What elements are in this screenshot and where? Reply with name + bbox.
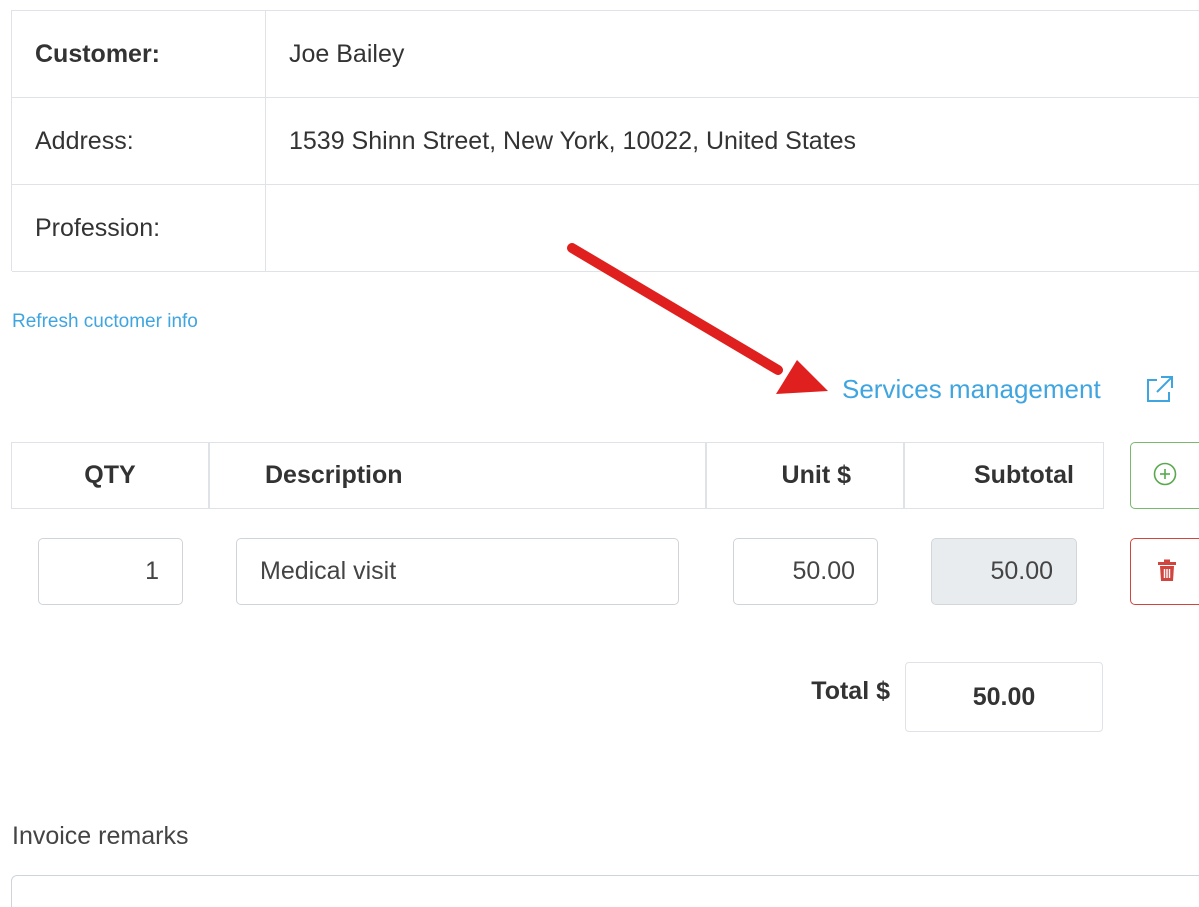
invoice-remarks-input[interactable] bbox=[11, 875, 1199, 907]
description-header: Description bbox=[209, 442, 706, 509]
external-link-icon[interactable] bbox=[1144, 373, 1176, 405]
add-item-button[interactable] bbox=[1130, 442, 1199, 509]
plus-circle-icon bbox=[1153, 462, 1177, 486]
description-input[interactable]: Medical visit bbox=[236, 538, 679, 605]
qty-input[interactable]: 1 bbox=[38, 538, 183, 605]
services-management-link[interactable]: Services management bbox=[842, 374, 1101, 405]
invoice-form: Customer: Joe Bailey Address: 1539 Shinn… bbox=[0, 0, 1199, 907]
total-label: Total $ bbox=[811, 677, 890, 705]
qty-header: QTY bbox=[11, 442, 209, 509]
subtotal-header: Subtotal bbox=[904, 442, 1104, 509]
trash-icon bbox=[1158, 559, 1176, 581]
subtotal-field: 50.00 bbox=[931, 538, 1077, 605]
unit-price-header: Unit $ bbox=[706, 442, 904, 509]
delete-item-button[interactable] bbox=[1130, 538, 1199, 605]
invoice-remarks-label: Invoice remarks bbox=[12, 822, 189, 850]
unit-price-input[interactable]: 50.00 bbox=[733, 538, 878, 605]
total-value: 50.00 bbox=[905, 662, 1103, 732]
